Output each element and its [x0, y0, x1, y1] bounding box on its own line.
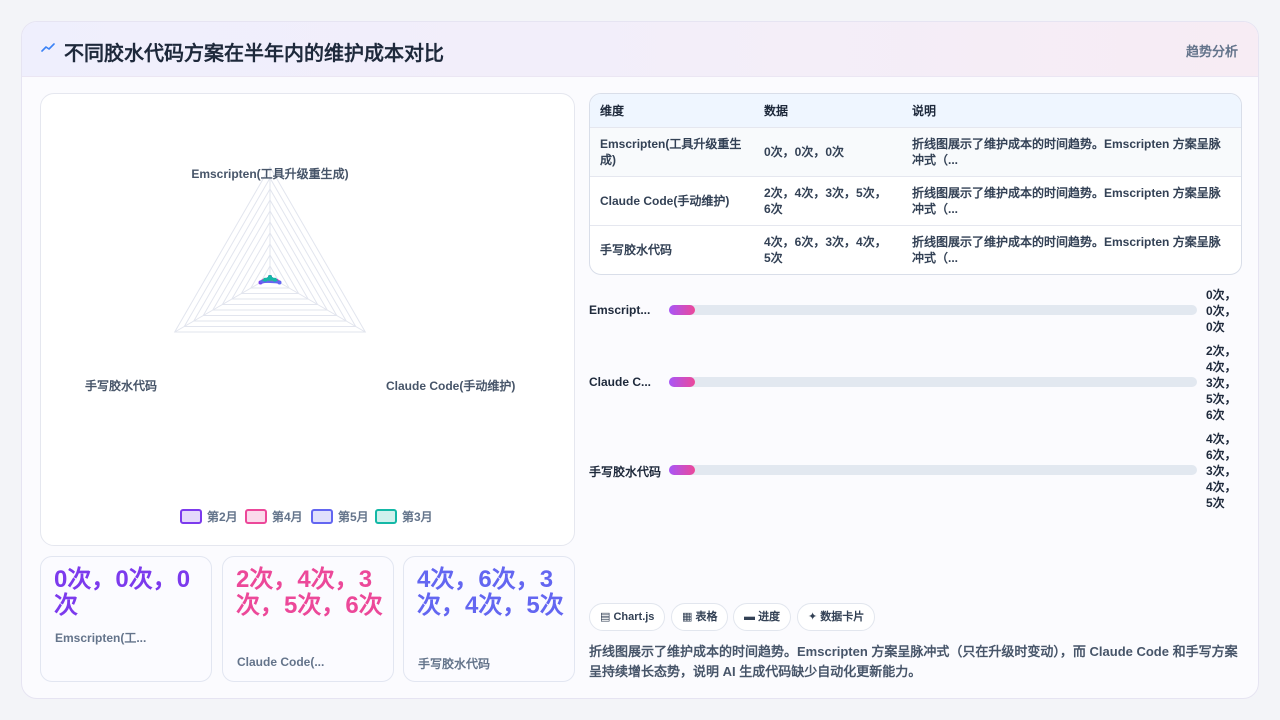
header-bar: 不同胶水代码方案在半年内的维护成本对比 趋势分析 [22, 22, 1258, 77]
chip-chartjs[interactable]: ▤ Chart.js [589, 603, 666, 631]
bar-track [669, 305, 1197, 315]
table-row: Emscripten(工具升级重生成) 0次，0次，0次 折线图展示了维护成本的… [590, 127, 1241, 176]
legend-label: 第4月 [272, 509, 303, 524]
stat-value: 4次，6次，3次，4次，5次 [417, 566, 564, 619]
table-cell: Emscripten(工具升级重生成) [600, 136, 742, 167]
table-cell: 折线图展示了维护成本的时间趋势。Emscripten 方案呈脉冲式（... [912, 234, 1221, 265]
legend-swatch [180, 509, 202, 524]
table-cell: 折线图展示了维护成本的时间趋势。Emscripten 方案呈脉冲式（... [912, 185, 1221, 216]
progress-icon: ▬ [744, 611, 755, 623]
sparkle-icon: ✦ [808, 611, 818, 623]
bar-fill [669, 465, 696, 475]
stat-card: 0次，0次，0次 Emscripten(工... [40, 556, 212, 682]
bar-track [669, 377, 1197, 387]
dashboard-frame: 不同胶水代码方案在半年内的维护成本对比 趋势分析 Emscripten(工具升级… [21, 21, 1259, 699]
stat-value: 0次，0次，0次 [54, 566, 191, 619]
bar-value-line: 3次， [1206, 376, 1237, 390]
bar-label: Emscript... [589, 303, 651, 317]
legend-swatch [311, 509, 333, 524]
trend-line-icon [41, 43, 55, 52]
radar-axis-label: Emscripten(工具升级重生成) [191, 166, 348, 181]
radar-data-point [272, 277, 277, 282]
table-header-row: 维度 数据 说明 [590, 94, 1241, 127]
stat-label: Claude Code(... [237, 655, 325, 669]
bar-value: 2次， 4次， 3次， 5次， 6次 [1206, 343, 1237, 423]
table-header-cell: 维度 [600, 103, 625, 118]
bar-value-line: 5次， [1206, 392, 1237, 406]
table-header-cell: 说明 [912, 103, 937, 118]
stat-card: 2次，4次，3次，5次，6次 Claude Code(... [222, 556, 394, 682]
bar-track [669, 465, 1197, 475]
radar-data-point [268, 275, 272, 279]
bar-value-line: 4次， [1206, 360, 1237, 374]
legend-swatch [245, 509, 267, 524]
table-row: 手写胶水代码 4次，6次，3次，4次，5次 折线图展示了维护成本的时间趋势。Em… [590, 225, 1241, 274]
chip-label: Chart.js [613, 611, 655, 623]
bar-value-line: 6次 [1206, 408, 1225, 422]
stat-label: Emscripten(工... [55, 631, 147, 645]
bar-label: Claude C... [589, 375, 652, 389]
table-cell: 0次，0次，0次 [764, 144, 845, 159]
chart-icon: ▤ [600, 611, 611, 623]
bar-fill [669, 305, 696, 315]
header-tag: 趋势分析 [1185, 44, 1238, 59]
legend-label: 第3月 [402, 509, 433, 524]
bar-fill [669, 377, 696, 387]
data-table: 维度 数据 说明 Emscripten(工具升级重生成) 0次，0次，0次 折线… [590, 94, 1241, 274]
bar-value-line: 2次， [1206, 344, 1237, 358]
table-cell: 折线图展示了维护成本的时间趋势。Emscripten 方案呈脉冲式（... [912, 136, 1221, 167]
legend-label: 第2月 [207, 509, 238, 524]
stat-value: 2次，4次，3次，5次，6次 [236, 566, 383, 619]
radar-chart: Emscripten(工具升级重生成) Claude Code(手动维护) 手写胶水… [85, 166, 515, 524]
chip-label: 数据卡片 [820, 611, 865, 623]
table-cell: 手写胶水代码 [600, 242, 673, 257]
bar-value-line: 3次， [1206, 464, 1237, 478]
bar-value-line: 0次， [1206, 304, 1237, 318]
bar-value-line: 0次， [1206, 288, 1237, 302]
stat-label: 手写胶水代码 [418, 657, 491, 671]
radar-chart-card: Emscripten(工具升级重生成) Claude Code(手动维护) 手写胶水… [40, 93, 575, 546]
legend-label: 第5月 [338, 509, 369, 524]
bar-value-line: 6次， [1206, 448, 1237, 462]
bar-value: 0次， 0次， 0次 [1206, 287, 1237, 335]
bar-value-line: 4次， [1206, 480, 1237, 494]
radar-axis-label: 手写胶水代码 [85, 378, 157, 393]
table-cell: 2次，4次，3次，5次，6次 [764, 185, 887, 216]
chip-progress[interactable]: ▬ 进度 [733, 603, 792, 631]
table-header-cell: 数据 [764, 103, 789, 118]
radar-data-point [263, 277, 268, 282]
table-row: Claude Code(手动维护) 2次，4次，3次，5次，6次 折线图展示了维… [590, 176, 1241, 225]
legend-swatch [375, 509, 397, 524]
bar-label: 手写胶水代码 [589, 465, 662, 479]
page-title: 不同胶水代码方案在半年内的维护成本对比 [64, 43, 444, 65]
bar-value: 4次， 6次， 3次， 4次， 5次 [1206, 431, 1237, 511]
chip-label: 表格 [695, 611, 718, 623]
bar-value-line: 5次 [1206, 496, 1225, 510]
table-icon: ▦ [682, 611, 693, 623]
table-cell: 4次，6次，3次，4次，5次 [764, 234, 887, 265]
chip-data-cards[interactable]: ✦ 数据卡片 [797, 603, 876, 631]
bar-value-line: 0次 [1206, 320, 1225, 334]
radar-axis-label: Claude Code(手动维护) [386, 378, 515, 393]
radar-data-point [277, 280, 282, 285]
chip-table[interactable]: ▦ 表格 [671, 603, 729, 631]
data-table-card: 维度 数据 说明 Emscripten(工具升级重生成) 0次，0次，0次 折线… [589, 93, 1242, 275]
stat-card: 4次，6次，3次，4次，5次 手写胶水代码 [403, 556, 575, 682]
chart-description: 折线图展示了维护成本的时间趋势。Emscripten 方案呈脉冲式（只在升级时变… [589, 644, 1238, 679]
chip-label: 进度 [758, 611, 781, 623]
bar-value-line: 4次， [1206, 432, 1237, 446]
table-cell: Claude Code(手动维护) [600, 193, 730, 208]
